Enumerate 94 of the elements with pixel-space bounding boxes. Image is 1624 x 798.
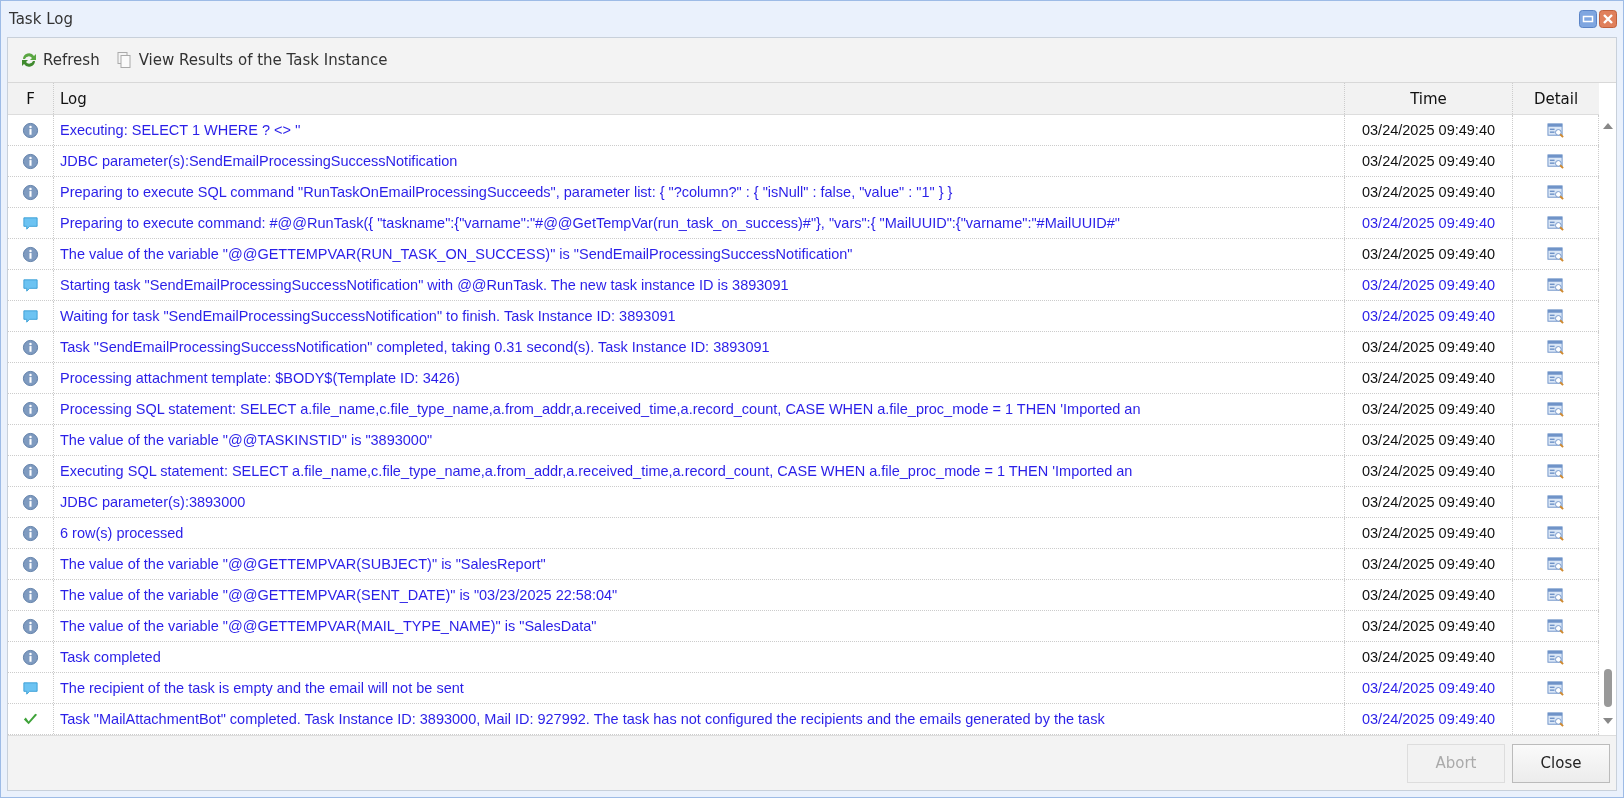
info-icon xyxy=(22,431,39,449)
detail-icon[interactable] xyxy=(1546,121,1565,139)
detail-icon[interactable] xyxy=(1546,524,1565,542)
scrollbar-thumb[interactable] xyxy=(1603,669,1612,707)
speech-bubble-icon xyxy=(22,214,39,232)
scroll-up-icon[interactable] xyxy=(1601,122,1614,130)
time-cell: 03/24/2025 09:49:40 xyxy=(1345,239,1513,269)
refresh-button[interactable]: Refresh xyxy=(16,47,104,73)
time-cell: 03/24/2025 09:49:40 xyxy=(1345,549,1513,579)
speech-bubble-icon xyxy=(22,276,39,294)
speech-bubble-icon xyxy=(22,679,39,697)
log-message: The value of the variable "@@GETTEMPVAR(SENT_DATE)" is "03/23/2025 22:58:04" xyxy=(54,580,1345,610)
detail-icon[interactable] xyxy=(1546,183,1565,201)
detail-icon[interactable] xyxy=(1546,245,1565,263)
detail-icon[interactable] xyxy=(1546,679,1565,697)
time-cell: 03/24/2025 09:49:40 xyxy=(1345,487,1513,517)
log-message: The value of the variable "@@GETTEMPVAR(MAIL_TYPE_NAME)" is "SalesData" xyxy=(54,611,1345,641)
log-message: Processing SQL statement: SELECT a.file_name,c.file_type_name,a.from_addr,a.received_time,a.record_count, CASE WHEN a.file_proc_mode = 1 THEN 'Imported an xyxy=(54,394,1345,424)
info-icon xyxy=(22,400,39,418)
scroll-down-icon[interactable] xyxy=(1601,717,1614,725)
time-cell: 03/24/2025 09:49:40 xyxy=(1345,425,1513,455)
log-message: Starting task "SendEmailProcessingSuccessNotification" with @@RunTask. The new task instance ID is 3893091 xyxy=(54,270,1345,300)
time-cell: 03/24/2025 09:49:40 xyxy=(1345,611,1513,641)
info-icon xyxy=(22,369,39,387)
detail-icon[interactable] xyxy=(1546,555,1565,573)
log-message: The value of the variable "@@GETTEMPVAR(RUN_TASK_ON_SUCCESS)" is "SendEmailProcessingSuccessNotification" xyxy=(54,239,1345,269)
info-icon xyxy=(22,152,39,170)
log-message: Task "SendEmailProcessingSuccessNotification" completed, taking 0.31 second(s). Task Instance ID: 3893091 xyxy=(54,332,1345,362)
info-icon xyxy=(22,462,39,480)
column-header[interactable]: Detail xyxy=(1513,83,1599,114)
detail-icon[interactable] xyxy=(1546,617,1565,635)
log-message: The value of the variable "@@TASKINSTID" is "3893000" xyxy=(54,425,1345,455)
detail-icon[interactable] xyxy=(1546,648,1565,666)
time-cell: 03/24/2025 09:49:40 xyxy=(1345,580,1513,610)
log-message: Preparing to execute SQL command "RunTaskOnEmailProcessingSucceeds", parameter list: { "?column?" : { "isNull" : false, "value" : "1" } } xyxy=(54,177,1345,207)
log-message: JDBC parameter(s):SendEmailProcessingSuccessNotification xyxy=(54,146,1345,176)
log-message: Waiting for task "SendEmailProcessingSuccessNotification" to finish. Task Instance ID: 3893091 xyxy=(54,301,1345,331)
info-icon xyxy=(22,183,39,201)
log-message: Preparing to execute command: #@@RunTask({ "taskname":{"varname":"#@@GetTempVar(run_task_on_success)#"}, "vars":{ "MailUUID":{"varname":"#MailUUID#" xyxy=(54,208,1345,238)
time-cell: 03/24/2025 09:49:40 xyxy=(1345,332,1513,362)
detail-icon[interactable] xyxy=(1546,400,1565,418)
log-message: JDBC parameter(s):3893000 xyxy=(54,487,1345,517)
detail-icon[interactable] xyxy=(1546,431,1565,449)
detail-icon[interactable] xyxy=(1546,276,1565,294)
log-message: The recipient of the task is empty and the email will not be sent xyxy=(54,673,1345,703)
log-message: Task completed xyxy=(54,642,1345,672)
info-icon xyxy=(22,555,39,573)
speech-bubble-icon xyxy=(22,307,39,325)
detail-icon[interactable] xyxy=(1546,586,1565,604)
close-button[interactable]: Close xyxy=(1512,743,1610,783)
info-icon xyxy=(22,648,39,666)
refresh-icon xyxy=(20,51,38,69)
info-icon xyxy=(22,338,39,356)
log-message: The value of the variable "@@GETTEMPVAR(SUBJECT)" is "SalesReport" xyxy=(54,549,1345,579)
copy-icon xyxy=(115,51,134,69)
time-cell: 03/24/2025 09:49:40 xyxy=(1345,115,1513,145)
log-message: Processing attachment template: $BODY$(Template ID: 3426) xyxy=(54,363,1345,393)
close-icon[interactable] xyxy=(1599,10,1617,28)
time-cell: 03/24/2025 09:49:40 xyxy=(1345,146,1513,176)
time-cell: 03/24/2025 09:49:40 xyxy=(1345,673,1513,703)
time-cell: 03/24/2025 09:49:40 xyxy=(1345,208,1513,238)
window-title: Task Log xyxy=(8,10,73,28)
info-icon xyxy=(22,617,39,635)
detail-icon[interactable] xyxy=(1546,493,1565,511)
time-cell: 03/24/2025 09:49:40 xyxy=(1345,177,1513,207)
column-header[interactable]: Time xyxy=(1345,83,1513,114)
time-cell: 03/24/2025 09:49:40 xyxy=(1345,456,1513,486)
time-cell: 03/24/2025 09:49:40 xyxy=(1345,363,1513,393)
time-cell: 03/24/2025 09:49:40 xyxy=(1345,394,1513,424)
time-cell: 03/24/2025 09:49:40 xyxy=(1345,518,1513,548)
detail-icon[interactable] xyxy=(1546,214,1565,232)
info-icon xyxy=(22,245,39,263)
time-cell: 03/24/2025 09:49:40 xyxy=(1345,642,1513,672)
detail-icon[interactable] xyxy=(1546,462,1565,480)
detail-icon[interactable] xyxy=(1546,307,1565,325)
view-results-button[interactable]: View Results of the Task Instance xyxy=(111,47,392,73)
detail-icon[interactable] xyxy=(1546,152,1565,170)
time-cell: 03/24/2025 09:49:40 xyxy=(1345,301,1513,331)
detail-icon[interactable] xyxy=(1546,338,1565,356)
info-icon xyxy=(22,586,39,604)
column-header[interactable]: Log xyxy=(54,83,1345,114)
log-message: Executing SQL statement: SELECT a.file_name,c.file_type_name,a.from_addr,a.received_time,a.record_count, CASE WHEN a.file_proc_mode = 1 THEN 'Imported an xyxy=(54,456,1345,486)
log-message: Task "MailAttachmentBot" completed. Task Instance ID: 3893000, Mail ID: 927992. The task has not configured the recipients and the emails generated by the task xyxy=(54,704,1345,734)
detail-icon[interactable] xyxy=(1546,369,1565,387)
info-icon xyxy=(22,121,39,139)
detail-icon[interactable] xyxy=(1546,710,1565,728)
restore-icon[interactable] xyxy=(1579,10,1597,28)
info-icon xyxy=(22,493,39,511)
log-message: 6 row(s) processed xyxy=(54,518,1345,548)
column-header[interactable]: F xyxy=(8,83,54,114)
time-cell: 03/24/2025 09:49:40 xyxy=(1345,704,1513,734)
log-message: Executing: SELECT 1 WHERE ? <> '' xyxy=(54,115,1345,145)
info-icon xyxy=(22,524,39,542)
time-cell: 03/24/2025 09:49:40 xyxy=(1345,270,1513,300)
